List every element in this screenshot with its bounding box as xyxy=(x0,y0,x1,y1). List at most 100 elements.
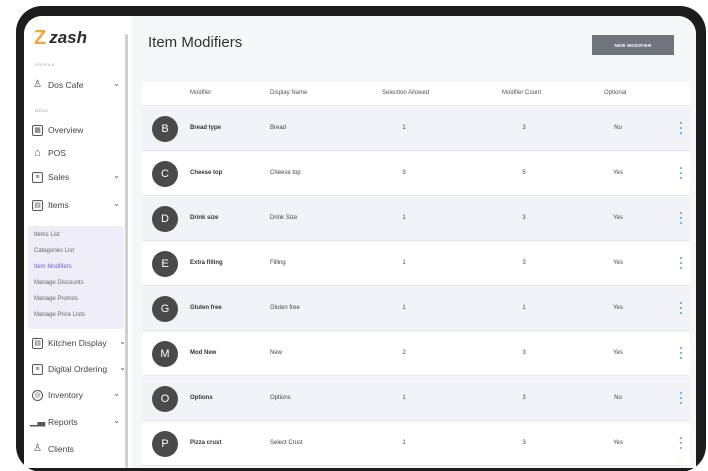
submenu-item-items-list[interactable]: Items List xyxy=(34,232,60,238)
cell-modifier-count: 5 xyxy=(522,170,526,176)
cell-modifier-count: 3 xyxy=(522,260,526,266)
new-modifier-button[interactable]: NEW MODIFIER xyxy=(592,35,674,55)
sidebar-item-label: Sales xyxy=(48,172,70,182)
column-header-modifier-count[interactable]: Modifier Count xyxy=(502,90,541,96)
modifier-initial-avatar: G xyxy=(152,296,178,322)
profile-section-label: PROFILE xyxy=(35,62,55,67)
kebab-menu-icon[interactable] xyxy=(680,347,683,359)
brand-logo[interactable]: Z zash xyxy=(34,28,87,48)
sidebar-item-items[interactable]: ▤ Items ⌄ xyxy=(32,196,124,214)
modifier-initial-avatar: O xyxy=(152,386,178,412)
cell-display-name: Gluten free xyxy=(270,305,300,311)
kebab-menu-icon[interactable] xyxy=(680,122,683,134)
cell-modifier: Mod New xyxy=(190,350,217,356)
column-header-selection-allowed[interactable]: Selection Allowed xyxy=(382,90,429,96)
table-row[interactable]: B Bread type Bread 1 3 No xyxy=(142,107,690,151)
cell-selection-allowed: 2 xyxy=(402,350,406,356)
table-row[interactable]: P Pizza crust Select Crust 1 3 Yes xyxy=(142,422,690,466)
table-row[interactable]: O Options Options 1 3 No xyxy=(142,377,690,421)
store-name: Dos Cafe xyxy=(48,80,84,90)
cell-selection-allowed: 1 xyxy=(402,215,406,221)
cell-display-name: Select Crust xyxy=(270,440,303,446)
clients-icon: ♙ xyxy=(33,443,42,454)
menu-section-label: MENU xyxy=(35,108,49,113)
submenu-item-manage-promos[interactable]: Manage Promos xyxy=(34,296,78,302)
sidebar-item-label: Kitchen Display xyxy=(48,338,107,348)
column-header-modifier[interactable]: Modifier xyxy=(190,90,211,96)
table-row[interactable]: M Mod New New 2 3 Yes xyxy=(142,332,690,376)
cell-modifier: Gluten free xyxy=(190,305,222,311)
sidebar-item-label: Items xyxy=(48,200,69,210)
sidebar-scrollbar[interactable] xyxy=(125,34,128,468)
table-row[interactable]: D Drink size Drink Size 1 3 Yes xyxy=(142,197,690,241)
cell-optional: Yes xyxy=(613,350,623,356)
submenu-item-item-modifiers[interactable]: Item Modifiers xyxy=(34,264,72,270)
chevron-down-icon: ⌄ xyxy=(113,79,120,88)
kebab-menu-icon[interactable] xyxy=(680,437,683,449)
kebab-menu-icon[interactable] xyxy=(680,212,683,224)
cell-modifier: Bread type xyxy=(190,125,222,131)
sidebar-item-reports[interactable]: ▁▃ Reports ⌄ xyxy=(29,413,124,431)
cell-modifier-count: 3 xyxy=(522,350,526,356)
chevron-down-icon: ⌄ xyxy=(113,199,120,208)
store-selector[interactable]: ♙ Dos Cafe ⌄ xyxy=(32,76,124,94)
cell-modifier-count: 3 xyxy=(522,440,526,446)
cell-display-name: New xyxy=(270,350,283,356)
table-row[interactable]: C Cheese top Cheese top 3 5 Yes xyxy=(142,152,690,196)
cell-modifier-count: 3 xyxy=(522,395,526,401)
kebab-menu-icon[interactable] xyxy=(680,302,683,314)
user-icon: ♙ xyxy=(33,79,42,90)
sidebar-item-clients[interactable]: ♙ Clients xyxy=(32,440,124,458)
sidebar-item-label: Overview xyxy=(48,125,84,135)
table-header: Modifier Display Name Selection Allowed … xyxy=(142,82,690,106)
sidebar-item-label: Clients xyxy=(48,444,74,454)
sidebar-item-sales[interactable]: ≡ Sales ⌄ xyxy=(32,168,124,186)
cell-modifier-count: 3 xyxy=(522,125,526,131)
cell-modifier: Drink size xyxy=(190,215,219,221)
submenu-item-categories-list[interactable]: Categories List xyxy=(34,248,74,254)
cell-modifier: Options xyxy=(190,395,213,401)
column-header-optional[interactable]: Optional xyxy=(604,90,626,96)
submenu-item-manage-price-lists[interactable]: Manage Price Lists xyxy=(34,312,85,318)
cell-display-name: Filling xyxy=(270,260,286,266)
reports-icon: ▁▃ xyxy=(29,416,46,427)
brand-name: zash xyxy=(49,28,88,47)
app-screen: Z zash PROFILE ♙ Dos Cafe ⌄ MENU ▦ Overv… xyxy=(24,16,696,468)
cell-modifier-count: 3 xyxy=(522,215,526,221)
cell-optional: No xyxy=(614,125,622,131)
digital-ordering-icon: ≡ xyxy=(32,363,43,375)
modifier-initial-avatar: D xyxy=(152,206,178,232)
modifier-initial-avatar: E xyxy=(152,251,178,277)
kebab-menu-icon[interactable] xyxy=(680,257,683,269)
sidebar-item-pos[interactable]: ⌂ POS xyxy=(32,144,124,162)
cell-display-name: Drink Size xyxy=(270,215,298,221)
table-row[interactable]: G Gluten free Gluten free 1 1 Yes xyxy=(142,287,690,331)
sidebar-item-label: POS xyxy=(48,148,66,158)
sidebar: Z zash PROFILE ♙ Dos Cafe ⌄ MENU ▦ Overv… xyxy=(24,16,128,468)
cell-selection-allowed: 3 xyxy=(402,170,406,176)
sidebar-item-overview[interactable]: ▦ Overview xyxy=(32,121,124,139)
cell-modifier: Cheese top xyxy=(190,170,223,176)
kebab-menu-icon[interactable] xyxy=(680,167,683,179)
sidebar-item-digital-ordering[interactable]: ≡ Digital Ordering ⌄ xyxy=(32,360,126,378)
table-row[interactable]: E Extra filling Filling 1 3 Yes xyxy=(142,242,690,286)
cell-optional: Yes xyxy=(613,305,623,311)
kebab-menu-icon[interactable] xyxy=(680,392,683,404)
kitchen-icon: ▤ xyxy=(32,337,43,349)
chevron-down-icon: ⌄ xyxy=(113,416,120,425)
sidebar-item-label: Reports xyxy=(48,417,78,427)
column-header-display-name[interactable]: Display Name xyxy=(270,90,307,96)
submenu-item-manage-discounts[interactable]: Manage Discounts xyxy=(34,280,84,286)
sidebar-item-kitchen-display[interactable]: ▤ Kitchen Display ⌄ xyxy=(32,334,126,352)
cell-selection-allowed: 1 xyxy=(402,260,406,266)
sidebar-item-label: Inventory xyxy=(48,390,83,400)
cell-optional: Yes xyxy=(613,215,623,221)
cell-selection-allowed: 1 xyxy=(402,440,406,446)
cell-display-name: Cheese top xyxy=(270,170,301,176)
cell-display-name: Bread xyxy=(270,125,287,131)
cell-selection-allowed: 1 xyxy=(402,125,406,131)
sidebar-item-label: Digital Ordering xyxy=(48,364,108,374)
sidebar-item-inventory[interactable]: ◎ Inventory ⌄ xyxy=(32,386,124,404)
modifier-initial-avatar: P xyxy=(152,431,178,457)
cell-modifier: Pizza crust xyxy=(190,440,222,446)
